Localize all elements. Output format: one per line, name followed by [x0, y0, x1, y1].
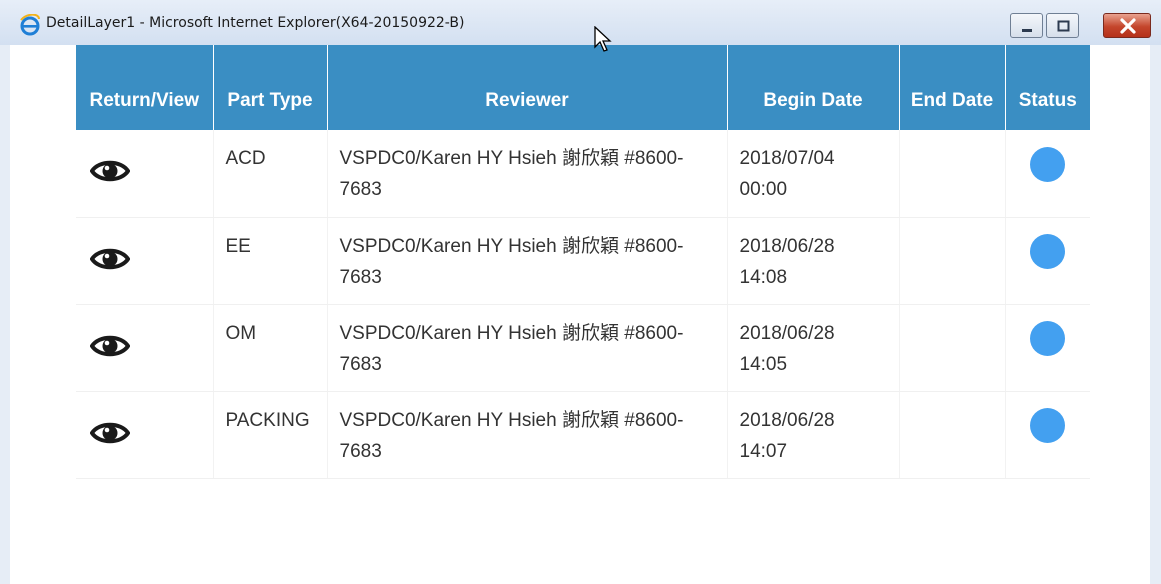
end-date-cell: [899, 391, 1006, 479]
part-type-cell: OM: [213, 304, 328, 392]
header-begin-date[interactable]: Begin Date: [727, 45, 900, 130]
begin-date-cell: 2018/06/28 14:05: [727, 304, 900, 392]
eye-icon[interactable]: [90, 245, 130, 273]
reviewer-cell: VSPDC0/Karen HY Hsieh 謝欣穎 #8600-7683: [327, 304, 728, 392]
table-row: PACKING VSPDC0/Karen HY Hsieh 謝欣穎 #8600-…: [76, 391, 1090, 479]
minimize-icon: [1022, 29, 1032, 32]
status-cell: [1005, 217, 1090, 305]
header-part-type[interactable]: Part Type: [213, 45, 328, 130]
table-row: EE VSPDC0/Karen HY Hsieh 謝欣穎 #8600-7683 …: [76, 217, 1090, 305]
reviewer-cell: VSPDC0/Karen HY Hsieh 謝欣穎 #8600-7683: [327, 217, 728, 305]
status-indicator: [1030, 234, 1066, 269]
begin-date-cell: 2018/07/04 00:00: [727, 130, 900, 218]
part-type-cell: PACKING: [213, 391, 328, 479]
status-cell: [1005, 130, 1090, 218]
maximize-button[interactable]: [1046, 13, 1079, 38]
eye-icon[interactable]: [90, 419, 130, 447]
window-right-border: [1150, 45, 1161, 584]
return-view-cell[interactable]: [76, 130, 214, 218]
begin-date-cell: 2018/06/28 14:08: [727, 217, 900, 305]
ie-window: DetailLayer1 - Microsoft Internet Explor…: [0, 0, 1161, 584]
close-button[interactable]: [1103, 13, 1151, 38]
maximize-icon: [1057, 20, 1070, 32]
table-row: ACD VSPDC0/Karen HY Hsieh 謝欣穎 #8600-7683…: [76, 130, 1090, 218]
header-return-view[interactable]: Return/View: [76, 45, 214, 130]
reviewer-cell: VSPDC0/Karen HY Hsieh 謝欣穎 #8600-7683: [327, 391, 728, 479]
return-view-cell[interactable]: [76, 391, 214, 479]
title-bar[interactable]: DetailLayer1 - Microsoft Internet Explor…: [0, 0, 1161, 46]
window-left-border: [0, 45, 10, 584]
status-cell: [1005, 304, 1090, 392]
return-view-cell[interactable]: [76, 304, 214, 392]
part-type-cell: EE: [213, 217, 328, 305]
table-row: OM VSPDC0/Karen HY Hsieh 謝欣穎 #8600-7683 …: [76, 304, 1090, 392]
window-title: DetailLayer1 - Microsoft Internet Explor…: [46, 15, 465, 31]
eye-icon[interactable]: [90, 157, 130, 185]
end-date-cell: [899, 217, 1006, 305]
mouse-cursor-icon: [594, 26, 612, 52]
begin-date-cell: 2018/06/28 14:07: [727, 391, 900, 479]
return-view-cell[interactable]: [76, 217, 214, 305]
end-date-cell: [899, 304, 1006, 392]
status-indicator: [1030, 146, 1066, 182]
status-indicator: [1030, 321, 1066, 356]
table-header-row: Return/View Part Type Reviewer Begin Dat…: [76, 45, 1090, 130]
page-content: Return/View Part Type Reviewer Begin Dat…: [10, 45, 1150, 584]
internet-explorer-icon: [20, 14, 40, 36]
minimize-button[interactable]: [1010, 13, 1043, 38]
end-date-cell: [899, 130, 1006, 218]
header-status[interactable]: Status: [1005, 45, 1090, 130]
close-icon: [1120, 18, 1136, 34]
review-table: Return/View Part Type Reviewer Begin Dat…: [76, 45, 1090, 479]
status-indicator: [1030, 408, 1066, 443]
header-reviewer[interactable]: Reviewer: [327, 45, 728, 130]
header-end-date[interactable]: End Date: [899, 45, 1006, 130]
part-type-cell: ACD: [213, 130, 328, 218]
status-cell: [1005, 391, 1090, 479]
reviewer-cell: VSPDC0/Karen HY Hsieh 謝欣穎 #8600-7683: [327, 130, 728, 218]
eye-icon[interactable]: [90, 332, 130, 360]
